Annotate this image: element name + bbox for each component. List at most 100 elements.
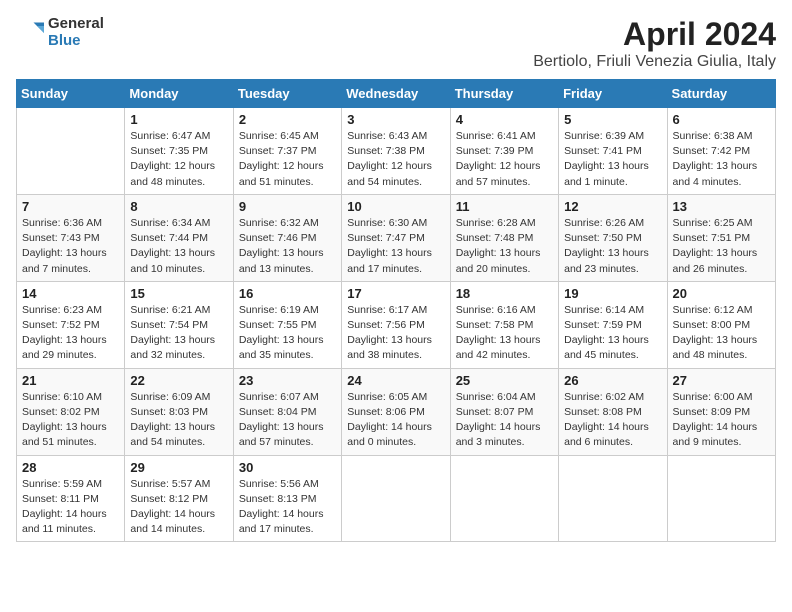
dow-header-saturday: Saturday [667, 80, 775, 108]
calendar-cell: 16 Sunrise: 6:19 AM Sunset: 7:55 PM Dayli… [233, 281, 341, 368]
calendar-cell: 27 Sunrise: 6:00 AM Sunset: 8:09 PM Dayli… [667, 368, 775, 455]
calendar-body: 1 Sunrise: 6:47 AM Sunset: 7:35 PM Daylig… [17, 108, 776, 542]
day-number: 4 [456, 112, 553, 127]
day-number: 30 [239, 460, 336, 475]
day-number: 29 [130, 460, 227, 475]
day-number: 9 [239, 199, 336, 214]
day-number: 24 [347, 373, 444, 388]
logo-icon [16, 19, 44, 47]
day-info: Sunrise: 6:07 AM Sunset: 8:04 PM Dayligh… [239, 390, 336, 451]
day-info: Sunrise: 6:05 AM Sunset: 8:06 PM Dayligh… [347, 390, 444, 451]
day-info: Sunrise: 5:59 AM Sunset: 8:11 PM Dayligh… [22, 477, 119, 538]
calendar-cell: 20Sunrise: 6:12 AM Sunset: 8:00 PM Dayli… [667, 281, 775, 368]
calendar-cell: 10Sunrise: 6:30 AM Sunset: 7:47 PM Dayli… [342, 194, 450, 281]
logo: General Blue [16, 16, 104, 49]
day-info: Sunrise: 6:34 AM Sunset: 7:44 PM Dayligh… [130, 216, 227, 277]
calendar-cell [667, 455, 775, 542]
day-info: Sunrise: 6:32 AM Sunset: 7:46 PM Dayligh… [239, 216, 336, 277]
calendar-cell: 12 Sunrise: 6:26 AM Sunset: 7:50 PM Dayli… [559, 194, 667, 281]
day-number: 27 [673, 373, 770, 388]
calendar-cell: 1 Sunrise: 6:47 AM Sunset: 7:35 PM Daylig… [125, 108, 233, 195]
calendar-cell: 18Sunrise: 6:16 AM Sunset: 7:58 PM Dayli… [450, 281, 558, 368]
calendar-cell: 21Sunrise: 6:10 AM Sunset: 8:02 PM Dayli… [17, 368, 125, 455]
day-number: 16 [239, 286, 336, 301]
calendar-table: SundayMondayTuesdayWednesdayThursdayFrid… [16, 79, 776, 542]
calendar-cell: 8 Sunrise: 6:34 AM Sunset: 7:44 PM Daylig… [125, 194, 233, 281]
day-info: Sunrise: 6:00 AM Sunset: 8:09 PM Dayligh… [673, 390, 770, 451]
day-info: Sunrise: 6:09 AM Sunset: 8:03 PM Dayligh… [130, 390, 227, 451]
calendar-cell [342, 455, 450, 542]
day-info: Sunrise: 6:16 AM Sunset: 7:58 PM Dayligh… [456, 303, 553, 364]
day-number: 2 [239, 112, 336, 127]
calendar-cell: 26 Sunrise: 6:02 AM Sunset: 8:08 PM Dayli… [559, 368, 667, 455]
day-info: Sunrise: 6:38 AM Sunset: 7:42 PM Dayligh… [673, 129, 770, 190]
day-number: 1 [130, 112, 227, 127]
day-info: Sunrise: 6:19 AM Sunset: 7:55 PM Dayligh… [239, 303, 336, 364]
day-info: Sunrise: 6:36 AM Sunset: 7:43 PM Dayligh… [22, 216, 119, 277]
day-number: 17 [347, 286, 444, 301]
day-number: 25 [456, 373, 553, 388]
day-info: Sunrise: 6:26 AM Sunset: 7:50 PM Dayligh… [564, 216, 661, 277]
header: General Blue April 2024 Bertiolo, Friuli… [16, 16, 776, 71]
calendar-cell: 28 Sunrise: 5:59 AM Sunset: 8:11 PM Dayli… [17, 455, 125, 542]
day-info: Sunrise: 6:04 AM Sunset: 8:07 PM Dayligh… [456, 390, 553, 451]
day-number: 19 [564, 286, 661, 301]
day-number: 13 [673, 199, 770, 214]
day-number: 11 [456, 199, 553, 214]
day-info: Sunrise: 6:12 AM Sunset: 8:00 PM Dayligh… [673, 303, 770, 364]
week-row-2: 7Sunrise: 6:36 AM Sunset: 7:43 PM Daylig… [17, 194, 776, 281]
day-info: Sunrise: 6:14 AM Sunset: 7:59 PM Dayligh… [564, 303, 661, 364]
day-number: 12 [564, 199, 661, 214]
day-number: 22 [130, 373, 227, 388]
day-number: 28 [22, 460, 119, 475]
calendar-cell: 23 Sunrise: 6:07 AM Sunset: 8:04 PM Dayli… [233, 368, 341, 455]
day-info: Sunrise: 6:21 AM Sunset: 7:54 PM Dayligh… [130, 303, 227, 364]
day-number: 23 [239, 373, 336, 388]
day-info: Sunrise: 6:41 AM Sunset: 7:39 PM Dayligh… [456, 129, 553, 190]
dow-header-tuesday: Tuesday [233, 80, 341, 108]
calendar-cell: 7Sunrise: 6:36 AM Sunset: 7:43 PM Daylig… [17, 194, 125, 281]
calendar-cell: 3 Sunrise: 6:43 AM Sunset: 7:38 PM Daylig… [342, 108, 450, 195]
calendar-cell [17, 108, 125, 195]
day-info: Sunrise: 5:57 AM Sunset: 8:12 PM Dayligh… [130, 477, 227, 538]
logo-text: General Blue [48, 16, 104, 49]
day-number: 8 [130, 199, 227, 214]
calendar-cell: 13Sunrise: 6:25 AM Sunset: 7:51 PM Dayli… [667, 194, 775, 281]
calendar-cell: 24 Sunrise: 6:05 AM Sunset: 8:06 PM Dayli… [342, 368, 450, 455]
calendar-cell: 29 Sunrise: 5:57 AM Sunset: 8:12 PM Dayli… [125, 455, 233, 542]
calendar-cell: 30Sunrise: 5:56 AM Sunset: 8:13 PM Dayli… [233, 455, 341, 542]
calendar-cell: 19 Sunrise: 6:14 AM Sunset: 7:59 PM Dayli… [559, 281, 667, 368]
page-title: April 2024 [533, 16, 776, 53]
calendar-cell [450, 455, 558, 542]
day-info: Sunrise: 6:47 AM Sunset: 7:35 PM Dayligh… [130, 129, 227, 190]
day-number: 6 [673, 112, 770, 127]
calendar-cell: 2 Sunrise: 6:45 AM Sunset: 7:37 PM Daylig… [233, 108, 341, 195]
day-info: Sunrise: 6:30 AM Sunset: 7:47 PM Dayligh… [347, 216, 444, 277]
title-block: April 2024 Bertiolo, Friuli Venezia Giul… [533, 16, 776, 71]
dow-header-sunday: Sunday [17, 80, 125, 108]
calendar-cell: 5 Sunrise: 6:39 AM Sunset: 7:41 PM Daylig… [559, 108, 667, 195]
calendar-cell: 4 Sunrise: 6:41 AM Sunset: 7:39 PM Daylig… [450, 108, 558, 195]
page-subtitle: Bertiolo, Friuli Venezia Giulia, Italy [533, 53, 776, 71]
day-info: Sunrise: 6:23 AM Sunset: 7:52 PM Dayligh… [22, 303, 119, 364]
dow-header-monday: Monday [125, 80, 233, 108]
dow-header-thursday: Thursday [450, 80, 558, 108]
day-info: Sunrise: 6:45 AM Sunset: 7:37 PM Dayligh… [239, 129, 336, 190]
day-number: 26 [564, 373, 661, 388]
week-row-5: 28 Sunrise: 5:59 AM Sunset: 8:11 PM Dayli… [17, 455, 776, 542]
day-info: Sunrise: 6:39 AM Sunset: 7:41 PM Dayligh… [564, 129, 661, 190]
day-number: 14 [22, 286, 119, 301]
day-number: 3 [347, 112, 444, 127]
calendar-cell: 17Sunrise: 6:17 AM Sunset: 7:56 PM Dayli… [342, 281, 450, 368]
day-info: Sunrise: 6:43 AM Sunset: 7:38 PM Dayligh… [347, 129, 444, 190]
calendar-cell: 25 Sunrise: 6:04 AM Sunset: 8:07 PM Dayli… [450, 368, 558, 455]
dow-header-friday: Friday [559, 80, 667, 108]
calendar-cell: 6 Sunrise: 6:38 AM Sunset: 7:42 PM Daylig… [667, 108, 775, 195]
day-info: Sunrise: 6:02 AM Sunset: 8:08 PM Dayligh… [564, 390, 661, 451]
day-number: 5 [564, 112, 661, 127]
calendar-cell: 14 Sunrise: 6:23 AM Sunset: 7:52 PM Dayli… [17, 281, 125, 368]
week-row-3: 14 Sunrise: 6:23 AM Sunset: 7:52 PM Dayli… [17, 281, 776, 368]
calendar-cell: 11Sunrise: 6:28 AM Sunset: 7:48 PM Dayli… [450, 194, 558, 281]
day-info: Sunrise: 6:10 AM Sunset: 8:02 PM Dayligh… [22, 390, 119, 451]
calendar-cell [559, 455, 667, 542]
